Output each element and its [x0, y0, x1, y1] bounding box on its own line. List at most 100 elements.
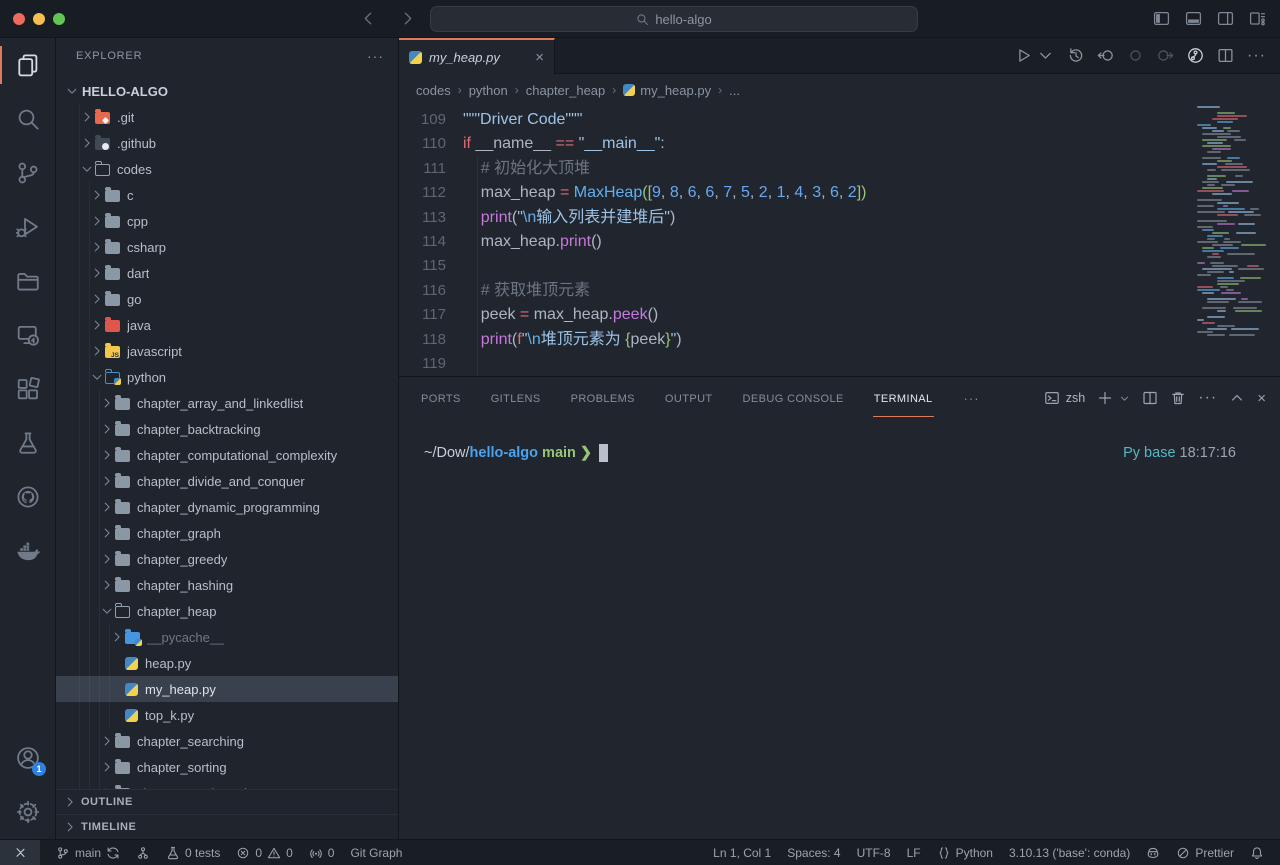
explorer-more-actions-icon[interactable]: ···	[367, 48, 384, 64]
zoom-window-button[interactable]	[53, 13, 65, 25]
code-line-117[interactable]: 117 peek = max_heap.peek()	[399, 303, 1280, 327]
editor-more-actions-icon[interactable]: ···	[1247, 47, 1266, 65]
code-line-118[interactable]: 118 print(f"\n堆顶元素为 {peek}")	[399, 328, 1280, 352]
tree-folder-chapter_computational_complexity[interactable]: chapter_computational_complexity	[56, 442, 398, 468]
command-center-search[interactable]: hello-algo	[430, 6, 918, 32]
activity-explorer-button[interactable]	[0, 38, 55, 92]
timeline-section[interactable]: TIMELINE	[56, 814, 398, 839]
terminal-dropdown-icon[interactable]	[1119, 393, 1130, 404]
panel-tab-debug-console[interactable]: DEBUG CONSOLE	[742, 380, 845, 417]
tree-folder-chapter_sorting[interactable]: chapter_sorting	[56, 754, 398, 780]
tree-folder-chapter_array_and_linkedlist[interactable]: chapter_array_and_linkedlist	[56, 390, 398, 416]
status-gitlens-compare[interactable]	[128, 840, 158, 865]
tree-file-heap.py[interactable]: heap.py	[56, 650, 398, 676]
status-branch-indicator[interactable]: main	[48, 840, 128, 865]
tree-folder-HELLO-ALGO[interactable]: HELLO-ALGO	[56, 78, 398, 104]
status-prettier[interactable]: Prettier	[1168, 840, 1242, 865]
tree-folder-java[interactable]: java	[56, 312, 398, 338]
status-encoding[interactable]: UTF-8	[849, 840, 899, 865]
activity-run-debug-button[interactable]	[0, 200, 55, 254]
breadcrumb-python[interactable]: python	[469, 83, 508, 98]
status-eol[interactable]: LF	[899, 840, 929, 865]
status-tests-indicator[interactable]: 0 tests	[158, 840, 228, 865]
forward-icon[interactable]	[399, 10, 416, 27]
activity-search-button[interactable]	[0, 92, 55, 146]
tree-folder-c[interactable]: c	[56, 182, 398, 208]
customize-layout-icon[interactable]	[1249, 10, 1266, 27]
tree-folder-python[interactable]: python	[56, 364, 398, 390]
status-python-interpreter[interactable]: 3.10.13 ('base': conda)	[1001, 840, 1138, 865]
code-line-119[interactable]: 119	[399, 352, 1280, 376]
split-editor-icon[interactable]	[1217, 47, 1234, 64]
new-terminal-icon[interactable]	[1097, 390, 1113, 406]
tree-folder-go[interactable]: go	[56, 286, 398, 312]
tree-folder-__pycache__[interactable]: __pycache__	[56, 624, 398, 650]
run-python-file-icon[interactable]	[1015, 47, 1032, 64]
panel-tab-terminal[interactable]: TERMINAL	[873, 380, 934, 417]
code-editor[interactable]: 109"""Driver Code"""110if __name__ == "_…	[399, 106, 1280, 376]
tree-folder-csharp[interactable]: csharp	[56, 234, 398, 260]
minimize-window-button[interactable]	[33, 13, 45, 25]
status-problems-indicator[interactable]: 00	[228, 840, 300, 865]
status-cursor-position[interactable]: Ln 1, Col 1	[705, 840, 779, 865]
status-git-graph[interactable]: Git Graph	[342, 840, 410, 865]
kill-terminal-icon[interactable]	[1170, 390, 1186, 406]
minimap[interactable]	[1195, 106, 1272, 346]
activity-extensions-button[interactable]	[0, 362, 55, 416]
breadcrumb-chapter_heap[interactable]: chapter_heap	[526, 83, 606, 98]
previous-change-icon[interactable]	[1097, 47, 1114, 64]
terminal-area[interactable]: ~/Dow/hello-algo main ❯ Py base 18:17:16	[399, 419, 1280, 839]
git-graph-icon[interactable]	[1187, 47, 1204, 64]
change-marker-icon[interactable]	[1127, 47, 1144, 64]
toggle-secondary-sidebar-icon[interactable]	[1217, 10, 1234, 27]
panel-tab-gitlens[interactable]: GITLENS	[490, 380, 542, 417]
tree-folder-chapter_backtracking[interactable]: chapter_backtracking	[56, 416, 398, 442]
panel-tab-ports[interactable]: PORTS	[420, 380, 462, 417]
panel-more-actions-icon[interactable]: ···	[1198, 389, 1217, 407]
tree-folder-chapter_searching[interactable]: chapter_searching	[56, 728, 398, 754]
tree-folder-.git[interactable]: .git	[56, 104, 398, 130]
tree-folder-chapter_stack_and_queue[interactable]: chapter_stack_and_queue	[56, 780, 398, 789]
next-change-icon[interactable]	[1157, 47, 1174, 64]
panel-tab-problems[interactable]: PROBLEMS	[570, 380, 636, 417]
panel-tab-output[interactable]: OUTPUT	[664, 380, 714, 417]
tree-folder-chapter_dynamic_programming[interactable]: chapter_dynamic_programming	[56, 494, 398, 520]
tree-folder-dart[interactable]: dart	[56, 260, 398, 286]
status-indentation[interactable]: Spaces: 4	[779, 840, 848, 865]
tree-folder-javascript[interactable]: JSjavascript	[56, 338, 398, 364]
maximize-panel-icon[interactable]	[1229, 390, 1245, 406]
status-language-mode[interactable]: Python	[929, 840, 1001, 865]
code-line-112[interactable]: 112 max_heap = MaxHeap([9, 8, 6, 6, 7, 5…	[399, 181, 1280, 205]
code-line-110[interactable]: 110if __name__ == "__main__":	[399, 132, 1280, 156]
panel-more-tabs-icon[interactable]: ···	[964, 391, 980, 406]
breadcrumb-codes[interactable]: codes	[416, 83, 451, 98]
code-line-109[interactable]: 109"""Driver Code"""	[399, 108, 1280, 132]
activity-project-manager-button[interactable]	[0, 254, 55, 308]
file-history-icon[interactable]	[1067, 47, 1084, 64]
toggle-panel-icon[interactable]	[1185, 10, 1202, 27]
run-dropdown-icon[interactable]	[1037, 47, 1054, 64]
activity-source-control-button[interactable]	[0, 146, 55, 200]
settings-button[interactable]	[0, 785, 55, 839]
tree-folder-cpp[interactable]: cpp	[56, 208, 398, 234]
activity-github-button[interactable]	[0, 470, 55, 524]
tree-folder-codes[interactable]: codes	[56, 156, 398, 182]
tree-folder-chapter_graph[interactable]: chapter_graph	[56, 520, 398, 546]
toggle-sidebar-icon[interactable]	[1153, 10, 1170, 27]
outline-section[interactable]: OUTLINE	[56, 789, 398, 814]
breadcrumb-my_heap.py[interactable]: my_heap.py	[623, 83, 711, 98]
breadcrumb-...[interactable]: ...	[729, 83, 740, 98]
code-line-115[interactable]: 115	[399, 254, 1280, 278]
code-line-113[interactable]: 113 print("\n输入列表并建堆后")	[399, 206, 1280, 230]
code-line-114[interactable]: 114 max_heap.print()	[399, 230, 1280, 254]
code-line-111[interactable]: 111 # 初始化大顶堆	[399, 157, 1280, 181]
tree-folder-chapter_heap[interactable]: chapter_heap	[56, 598, 398, 624]
activity-remote-explorer-button[interactable]	[0, 308, 55, 362]
tree-folder-chapter_hashing[interactable]: chapter_hashing	[56, 572, 398, 598]
status-copilot[interactable]	[1138, 840, 1168, 865]
tab-my-heap[interactable]: my_heap.py ×	[399, 38, 555, 74]
tree-folder-.github[interactable]: .github	[56, 130, 398, 156]
status-notifications[interactable]	[1242, 840, 1272, 865]
tree-file-my_heap.py[interactable]: my_heap.py	[56, 676, 398, 702]
split-terminal-icon[interactable]	[1142, 390, 1158, 406]
